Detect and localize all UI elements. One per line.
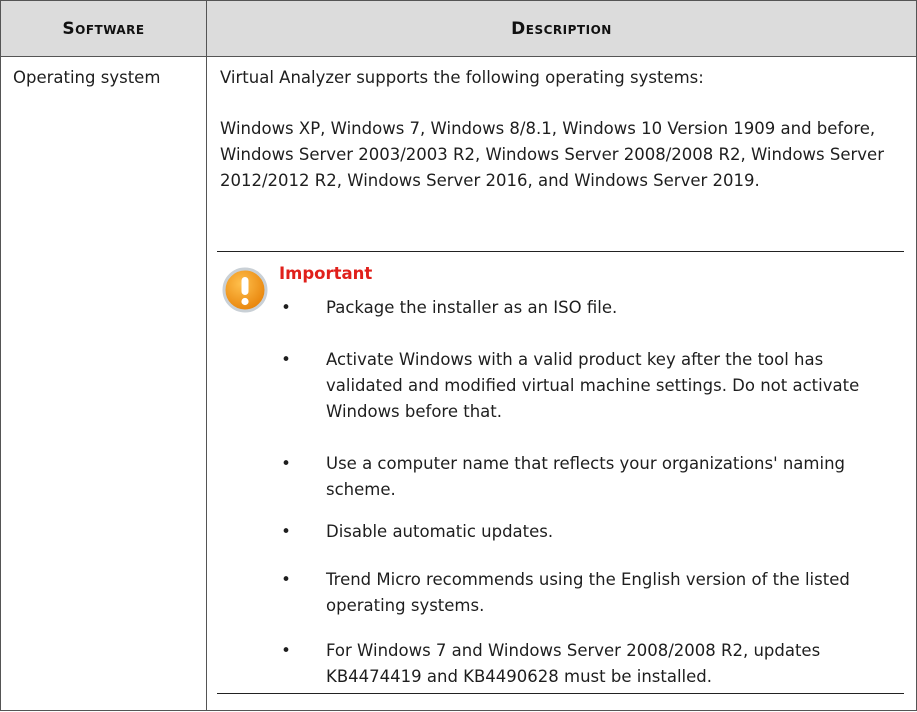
bullet: •	[281, 298, 291, 317]
list-item-text: Trend Micro recommends using the English…	[326, 570, 850, 615]
important-bottom-rule	[217, 693, 904, 694]
exclamation-warning-icon	[222, 267, 268, 313]
description-intro: Virtual Analyzer supports the following …	[220, 68, 704, 87]
table-header-row: Software Description	[1, 1, 916, 57]
bullet: •	[281, 641, 291, 660]
bullet: •	[281, 522, 291, 541]
requirements-table: Software Description Operating system Vi…	[0, 0, 917, 711]
list-item-text: For Windows 7 and Windows Server 2008/20…	[326, 641, 821, 686]
header-software: Software	[62, 19, 145, 39]
important-top-rule	[217, 251, 904, 252]
header-description: Description	[511, 19, 612, 39]
software-cell: Operating system	[13, 68, 161, 87]
column-divider	[206, 1, 207, 710]
list-item-text: Use a computer name that reflects your o…	[326, 454, 846, 499]
list-item-text: Package the installer as an ISO file.	[326, 298, 618, 317]
important-title: Important	[279, 264, 373, 283]
bullet: •	[281, 350, 291, 369]
bullet: •	[281, 570, 291, 589]
supported-os-list: Windows XP, Windows 7, Windows 8/8.1, Wi…	[220, 119, 884, 190]
list-item-text: Disable automatic updates.	[326, 522, 554, 541]
list-item-text: Activate Windows with a valid product ke…	[326, 350, 860, 421]
bullet: •	[281, 454, 291, 473]
